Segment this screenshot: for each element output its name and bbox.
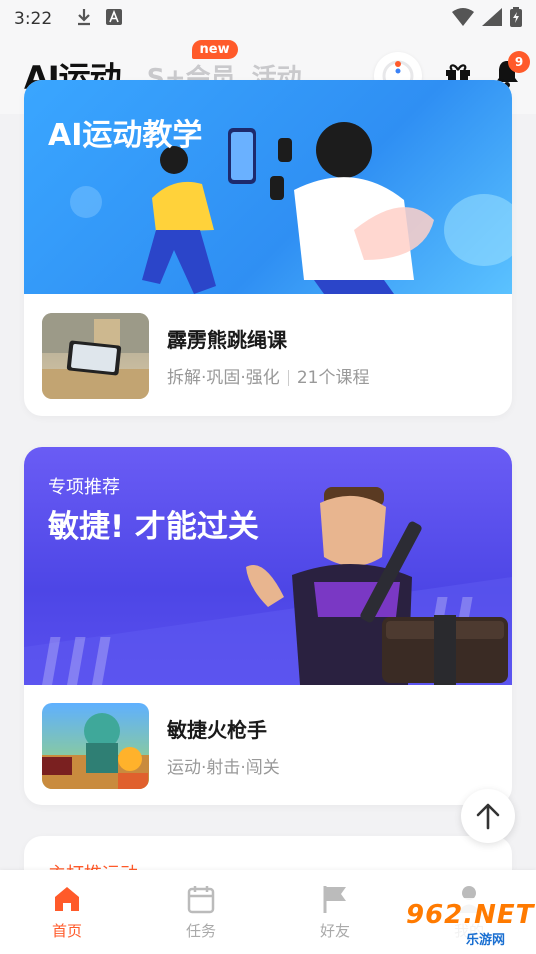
font-icon	[106, 9, 123, 29]
nav-friends[interactable]: 好友	[268, 870, 402, 954]
flag-icon	[323, 885, 346, 913]
banner-title: AI运动教学	[48, 118, 203, 153]
status-time: 3:22	[14, 9, 53, 29]
course-card-jump-rope[interactable]: AI运动教学 霹雳熊跳绳课 拆解·巩固·强化 21个课程	[24, 80, 512, 416]
notification-badge: 9	[508, 51, 530, 73]
course-count: 21个课程	[296, 368, 370, 388]
game-info: 敏捷火枪手 运动·射击·闯关	[42, 703, 280, 789]
game-title: 敏捷火枪手	[167, 718, 267, 742]
divider	[287, 370, 289, 386]
status-bar: 3:22	[0, 0, 536, 38]
download-icon	[76, 8, 92, 30]
nav-tasks[interactable]: 任务	[134, 870, 268, 954]
agile-gunner-thumbnail	[42, 703, 149, 789]
game-card-agile-gunner[interactable]: 专项推荐 敏捷! 才能过关 敏捷火枪手 运动·射击·闯关	[24, 447, 512, 805]
phone-stand-image	[42, 313, 149, 399]
watermark-main: 962.NET	[406, 900, 535, 930]
ai-sport-banner[interactable]: AI运动教学	[24, 80, 512, 294]
signal-icon	[482, 8, 502, 30]
course-info: 霹雳熊跳绳课 拆解·巩固·强化 21个课程	[42, 313, 369, 399]
wifi-icon	[452, 8, 474, 30]
calendar-icon	[187, 885, 215, 913]
game-scene-image	[42, 713, 149, 789]
course-tags: 拆解·巩固·强化	[167, 368, 280, 388]
nav-home[interactable]: 首页	[0, 870, 134, 954]
course-title: 霹雳熊跳绳课	[167, 328, 287, 352]
nav-tasks-label: 任务	[185, 921, 216, 940]
game-tags: 运动·射击·闯关	[167, 758, 280, 778]
watermark-sub: 乐游网	[466, 933, 506, 948]
scroll-to-top-button[interactable]	[461, 789, 515, 843]
nav-friends-label: 好友	[319, 921, 350, 940]
home-icon	[55, 886, 79, 911]
banner-subtitle: 专项推荐	[48, 477, 120, 498]
nav-home-label: 首页	[51, 921, 82, 940]
new-badge: new	[191, 40, 238, 59]
site-watermark: 962.NET 乐游网	[400, 898, 533, 948]
banner-title: 敏捷! 才能过关	[48, 509, 259, 545]
battery-icon	[510, 7, 522, 31]
arrow-up-icon	[476, 803, 500, 830]
jump-rope-thumbnail	[42, 313, 149, 399]
special-recommend-banner[interactable]: 专项推荐 敏捷! 才能过关	[24, 447, 512, 685]
